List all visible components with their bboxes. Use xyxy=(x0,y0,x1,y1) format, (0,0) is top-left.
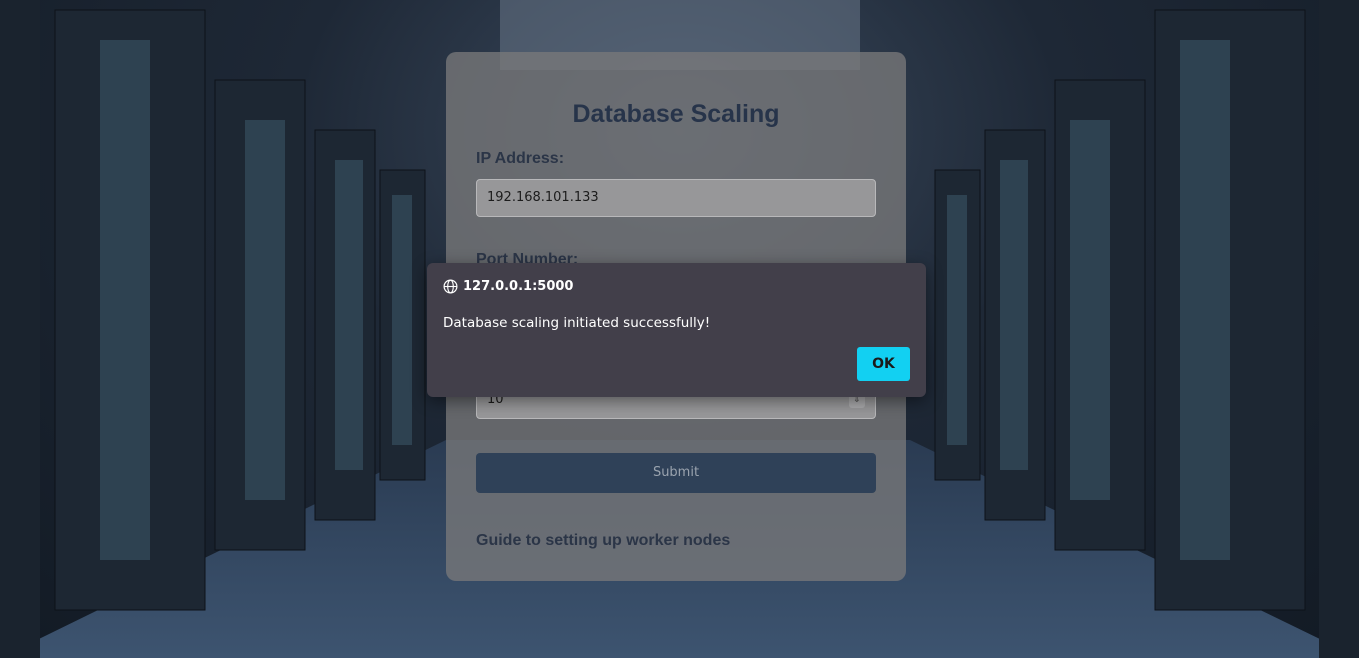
page-title: Database Scaling xyxy=(572,100,780,128)
submit-button[interactable]: Submit xyxy=(476,453,876,493)
globe-icon xyxy=(443,279,458,294)
alert-dialog: 127.0.0.1:5000 Database scaling initiate… xyxy=(427,263,926,397)
guide-link[interactable]: Guide to setting up worker nodes xyxy=(476,532,730,550)
ok-button[interactable]: OK xyxy=(857,347,910,381)
ip-address-input[interactable]: 192.168.101.133 xyxy=(476,179,876,217)
ip-address-label: IP Address: xyxy=(476,150,565,167)
dialog-origin: 127.0.0.1:5000 xyxy=(463,279,574,294)
dialog-message: Database scaling initiated successfully! xyxy=(443,315,711,331)
dialog-header: 127.0.0.1:5000 xyxy=(443,279,573,294)
